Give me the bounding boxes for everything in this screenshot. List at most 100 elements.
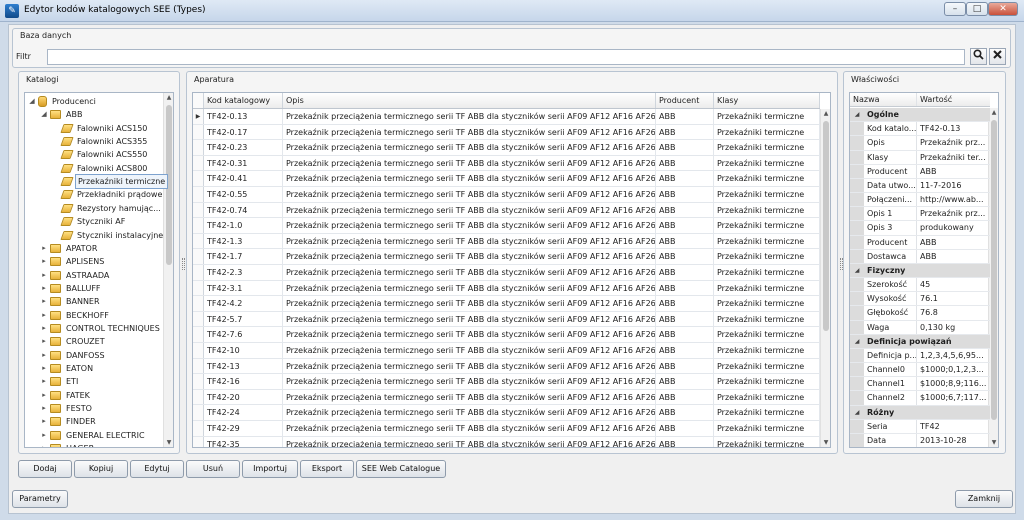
scroll-down-arrow-icon[interactable]: ▼ bbox=[990, 439, 998, 446]
property-row[interactable]: Dostawca ABB bbox=[850, 249, 990, 264]
collapse-arrow-icon[interactable]: ◢ bbox=[40, 108, 48, 121]
expand-arrow-icon[interactable]: ▸ bbox=[40, 322, 48, 335]
catalog-tree[interactable]: ▲ ▼ ◢ Producenci ◢ ABB Falowniki ACS150 Falow… bbox=[24, 92, 174, 448]
edit-button[interactable]: Edytuj bbox=[130, 460, 184, 478]
property-value[interactable]: TF42-0.13 bbox=[917, 122, 990, 135]
table-row[interactable]: TF42-1.3 Przekaźnik przeciążenia termiczn… bbox=[193, 233, 820, 250]
scroll-up-arrow-icon[interactable]: ▲ bbox=[990, 109, 998, 116]
close-button[interactable]: Zamknij bbox=[955, 490, 1013, 508]
tree-item-manufacturer[interactable]: ▸ APLISENS bbox=[40, 255, 106, 268]
property-category[interactable]: ◢ Fizyczny bbox=[850, 263, 990, 279]
expand-arrow-icon[interactable]: ▸ bbox=[40, 295, 48, 308]
tree-item-manufacturer[interactable]: ▸ BANNER bbox=[40, 295, 102, 308]
tree-item-abb-category[interactable]: Falowniki ACS150 bbox=[52, 122, 149, 135]
tree-item-abb-category[interactable]: Falowniki ACS355 bbox=[52, 135, 149, 148]
expand-arrow-icon[interactable]: ▸ bbox=[40, 415, 48, 428]
table-row[interactable]: TF42-29 Przekaźnik przeciążenia termiczne… bbox=[193, 421, 820, 437]
table-row[interactable]: TF42-1.0 Przekaźnik przeciążenia termiczn… bbox=[193, 218, 820, 234]
property-row[interactable]: Opis Przekaźnik prz... bbox=[850, 136, 990, 151]
tree-item-manufacturer[interactable]: ▸ CROUZET bbox=[40, 335, 107, 348]
property-row[interactable]: Opis 3 produkowany bbox=[850, 221, 990, 236]
column-header[interactable]: Kod katalogowy bbox=[204, 93, 283, 108]
property-value[interactable]: ABB bbox=[917, 165, 990, 178]
tree-item-abb-category[interactable]: Falowniki ACS800 bbox=[52, 162, 149, 175]
property-value[interactable]: 2013-10-28 bbox=[917, 434, 990, 447]
apparatus-grid[interactable]: ▲ ▼ Kod katalogowy Opis Producent Klasy ▶ TF4… bbox=[192, 92, 831, 448]
property-row[interactable]: Waga 0,130 kg bbox=[850, 320, 990, 335]
property-value[interactable]: ABB bbox=[917, 236, 990, 249]
table-row[interactable]: TF42-3.1 Przekaźnik przeciążenia termiczn… bbox=[193, 280, 820, 297]
expand-arrow-icon[interactable]: ▸ bbox=[40, 335, 48, 348]
tree-item-manufacturer[interactable]: ▸ EATON bbox=[40, 362, 95, 375]
see-web-catalogue-button[interactable]: SEE Web Catalogue bbox=[356, 460, 446, 478]
property-category[interactable]: ◢ Ogólne bbox=[850, 108, 990, 123]
tree-item-abb-category[interactable]: Styczniki instalacyjne bbox=[52, 229, 165, 242]
property-row[interactable]: Seria TF42 bbox=[850, 419, 990, 434]
tree-item-manufacturer[interactable]: ▸ GENERAL ELECTRIC bbox=[40, 429, 147, 442]
expand-arrow-icon[interactable]: ▸ bbox=[40, 442, 48, 447]
grid-scroll-thumb[interactable] bbox=[823, 121, 829, 331]
scroll-down-arrow-icon[interactable]: ▼ bbox=[165, 439, 173, 446]
property-row[interactable]: Opis 1 Przekaźnik prz... bbox=[850, 207, 990, 222]
table-row[interactable]: TF42-35 Przekaźnik przeciążenia termiczne… bbox=[193, 436, 820, 447]
table-row[interactable]: TF42-2.3 Przekaźnik przeciążenia termiczn… bbox=[193, 265, 820, 281]
tree-item-manufacturer[interactable]: ▸ APATOR bbox=[40, 242, 99, 255]
clear-filter-button[interactable] bbox=[989, 48, 1006, 65]
property-row[interactable]: Producent ABB bbox=[850, 164, 990, 179]
column-header[interactable]: Klasy bbox=[714, 93, 820, 108]
property-row[interactable]: Channel0 $1000;0,1,2,3... bbox=[850, 363, 990, 378]
property-value[interactable]: Przekaźnik prz... bbox=[917, 136, 990, 149]
property-value[interactable]: 0,130 kg bbox=[917, 321, 990, 334]
tree-item-abb[interactable]: ◢ ABB bbox=[40, 108, 84, 121]
tree-item-abb-category[interactable]: Przekaźniki termiczne bbox=[52, 174, 169, 190]
grid-scrollbar[interactable]: ▲ ▼ bbox=[820, 109, 830, 447]
collapse-arrow-icon[interactable]: ◢ bbox=[850, 405, 864, 419]
collapse-arrow-icon[interactable]: ◢ bbox=[28, 95, 36, 108]
tree-item-manufacturer[interactable]: ▸ HAGER bbox=[40, 442, 96, 447]
table-row[interactable]: TF42-5.7 Przekaźnik przeciążenia termiczn… bbox=[193, 311, 820, 328]
filter-input[interactable] bbox=[47, 49, 965, 65]
table-row[interactable]: TF42-24 Przekaźnik przeciążenia termiczne… bbox=[193, 405, 820, 421]
expand-arrow-icon[interactable]: ▸ bbox=[40, 242, 48, 255]
property-value[interactable]: $1000;0,1,2,3... bbox=[917, 363, 990, 376]
copy-button[interactable]: Kopiuj bbox=[74, 460, 128, 478]
column-header[interactable]: Opis bbox=[283, 93, 656, 108]
property-category[interactable]: ◢ Różny bbox=[850, 405, 990, 420]
property-value[interactable]: 76.1 bbox=[917, 292, 990, 305]
table-row[interactable]: TF42-0.17 Przekaźnik przeciążenia termicz… bbox=[193, 124, 820, 141]
minimize-button[interactable]: – bbox=[944, 2, 966, 16]
property-value[interactable]: 11-7-2016 bbox=[917, 179, 990, 192]
tree-item-manufacturer[interactable]: ▸ CONTROL TECHNIQUES bbox=[40, 322, 162, 335]
property-value[interactable]: Przekaźnik prz... bbox=[917, 207, 990, 220]
table-row[interactable]: TF42-0.55 Przekaźnik przeciążenia termicz… bbox=[193, 187, 820, 203]
maximize-button[interactable]: □ bbox=[966, 2, 988, 16]
tree-item-manufacturer[interactable]: ▸ BALLUFF bbox=[40, 282, 103, 295]
collapse-arrow-icon[interactable]: ◢ bbox=[850, 108, 864, 122]
tree-item-manufacturer[interactable]: ▸ BECKHOFF bbox=[40, 309, 111, 322]
collapse-arrow-icon[interactable]: ◢ bbox=[850, 263, 864, 278]
property-value[interactable]: produkowany bbox=[917, 221, 990, 234]
table-row[interactable]: TF42-16 Przekaźnik przeciążenia termiczne… bbox=[193, 374, 820, 390]
expand-arrow-icon[interactable]: ▸ bbox=[40, 389, 48, 402]
add-button[interactable]: Dodaj bbox=[18, 460, 72, 478]
table-row[interactable]: TF42-20 Przekaźnik przeciążenia termiczne… bbox=[193, 389, 820, 406]
property-row[interactable]: Szerokość 45 bbox=[850, 278, 990, 293]
expand-arrow-icon[interactable]: ▸ bbox=[40, 282, 48, 295]
table-row[interactable]: TF42-0.41 Przekaźnik przeciążenia termicz… bbox=[193, 171, 820, 187]
delete-button[interactable]: Usuń bbox=[186, 460, 240, 478]
expand-arrow-icon[interactable]: ▸ bbox=[40, 402, 48, 415]
property-row[interactable]: Kod katalo... TF42-0.13 bbox=[850, 122, 990, 137]
table-row[interactable]: TF42-4.2 Przekaźnik przeciążenia termiczn… bbox=[193, 296, 820, 312]
search-button[interactable] bbox=[970, 48, 987, 65]
tree-item-manufacturer[interactable]: ▸ FINDER bbox=[40, 415, 98, 428]
property-value[interactable]: $1000;6,7;117... bbox=[917, 391, 990, 404]
property-row[interactable]: Głębokość 76.8 bbox=[850, 306, 990, 321]
collapse-arrow-icon[interactable]: ◢ bbox=[850, 334, 864, 348]
tree-scrollbar[interactable]: ▲ ▼ bbox=[163, 93, 173, 447]
table-row[interactable]: ▶ TF42-0.13 Przekaźnik przeciążenia termic… bbox=[193, 109, 820, 125]
table-row[interactable]: TF42-13 Przekaźnik przeciążenia termiczne… bbox=[193, 358, 820, 375]
property-row[interactable]: Definicja p... 1,2,3,4,5,6,95... bbox=[850, 348, 990, 364]
tree-item-abb-category[interactable]: Styczniki AF bbox=[52, 215, 127, 228]
property-value[interactable]: 76.8 bbox=[917, 306, 990, 319]
table-row[interactable]: TF42-1.7 Przekaźnik przeciążenia termiczn… bbox=[193, 249, 820, 265]
